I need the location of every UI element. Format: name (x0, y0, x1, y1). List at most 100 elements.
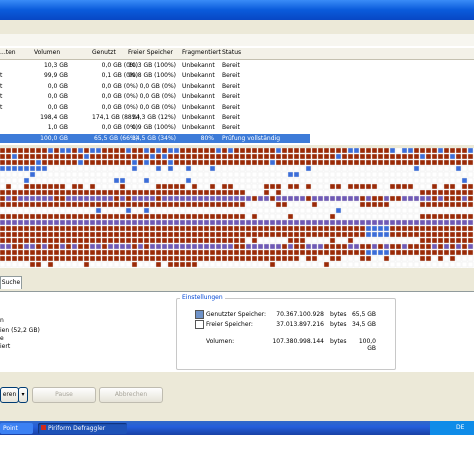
drive-map-block (305, 147, 312, 154)
drive-map-block (197, 195, 204, 202)
drive-map-block (455, 147, 462, 154)
drive-map-block (425, 201, 432, 208)
drive-map-block (239, 195, 246, 202)
drive-map-block (77, 201, 84, 208)
drive-map-block (395, 213, 402, 220)
drive-map-block (293, 201, 300, 208)
drive-map-block (269, 171, 276, 178)
drive-map-block (131, 159, 138, 166)
drive-map-block (77, 171, 84, 178)
defrag-button[interactable]: eren (0, 387, 19, 403)
drive-map-block (377, 177, 384, 184)
column-header-volume[interactable]: Volumen (34, 49, 60, 56)
drive-map-block (59, 195, 66, 202)
drive-map-block (41, 177, 48, 184)
language-indicator[interactable]: DE (456, 424, 464, 431)
tab-search[interactable]: Suche (0, 276, 22, 289)
table-row[interactable]: t 0,0 GB 0,0 GB (0%) 0,0 GB (0%) Unbekannt Be… (0, 92, 474, 101)
drive-map-block (431, 231, 438, 238)
table-row[interactable]: 198,4 GB 174,1 GB (88%) 24,3 GB (12%) Unbek… (0, 113, 474, 122)
drive-map-block (71, 165, 78, 172)
taskbar-item-point[interactable]: Point (0, 423, 33, 434)
drive-map-block (35, 147, 42, 154)
drive-map-block (383, 231, 390, 238)
drive-map-block (77, 231, 84, 238)
drive-map-block (329, 231, 336, 238)
drive-map-block (299, 183, 306, 190)
drive-map-block (311, 249, 318, 256)
drive-map-block (353, 189, 360, 196)
drive-map-block (155, 207, 162, 214)
table-row[interactable]: 100,0 GB 65,5 GB (66%) 34,5 GB (34%) 80% Prü… (0, 133, 310, 143)
drive-map-block (119, 219, 126, 226)
table-row[interactable]: 1,0 GB 0,0 GB (0%) 0,9 GB (100%) Unbekannt B… (0, 123, 474, 132)
table-row[interactable]: t 0,0 GB 0,0 GB (0%) 0,0 GB (0%) Unbekannt Be… (0, 103, 474, 112)
taskbar-item-defraggler[interactable]: Piriform Defraggler (38, 423, 127, 434)
column-header-status[interactable]: Status (222, 49, 241, 56)
drive-map-block (209, 189, 216, 196)
defrag-dropdown-button[interactable]: ▾ (18, 387, 28, 403)
drive-map-block (437, 207, 444, 214)
drive-map-block (215, 207, 222, 214)
drive-map-block (41, 219, 48, 226)
column-header-used[interactable]: Genutzt (92, 49, 116, 56)
drive-map-block (221, 231, 228, 238)
drive-map-block (443, 213, 450, 220)
drive-map-block (287, 219, 294, 226)
pause-button[interactable]: Pause (32, 387, 96, 403)
settings-group (176, 298, 396, 370)
drive-map-block (251, 237, 258, 244)
drive-map-block (155, 201, 162, 208)
drive-map-block (221, 195, 228, 202)
table-cell-frag: Unbekannt (182, 82, 215, 90)
drive-map-block (59, 249, 66, 256)
drive-map-block (53, 243, 60, 250)
drive-map-block (119, 147, 126, 154)
table-row[interactable]: t 99,9 GB 0,1 GB (0%) 99,8 GB (100%) Unbekan… (0, 71, 474, 80)
drive-map-block (203, 243, 210, 250)
drive-map-block (257, 153, 264, 160)
drive-map-block (347, 147, 354, 154)
drive-map-block (173, 171, 180, 178)
drive-map-block (413, 219, 420, 226)
drive-map-block (215, 171, 222, 178)
drive-map-block (227, 177, 234, 184)
table-row[interactable]: t 0,0 GB 0,0 GB (0%) 0,0 GB (0%) Unbekannt Be… (0, 82, 474, 91)
drive-map-block (107, 243, 114, 250)
drive-map-block (83, 207, 90, 214)
drive-map-block (335, 171, 342, 178)
drive-map-block (269, 249, 276, 256)
drive-map-block (311, 225, 318, 232)
drive-map-block (137, 165, 144, 172)
drive-map[interactable] (0, 147, 474, 268)
drive-map-block (377, 207, 384, 214)
drive-map-block (173, 255, 180, 262)
column-header-name[interactable]: ...ten (0, 49, 16, 56)
drive-map-block (221, 213, 228, 220)
drive-map-block (179, 219, 186, 226)
drive-map-block (305, 243, 312, 250)
drive-map-block (359, 213, 366, 220)
drive-map-block (227, 171, 234, 178)
drive-map-block (281, 207, 288, 214)
drive-map-block (41, 201, 48, 208)
column-header-fragmented[interactable]: Fragmentiert (182, 49, 221, 56)
drive-map-block (0, 237, 6, 244)
drive-map-block (77, 153, 84, 160)
drive-map-block (299, 231, 306, 238)
drive-map-block (71, 261, 78, 268)
volume-label: Volumen: (206, 338, 235, 345)
drive-map-block (17, 225, 24, 232)
drive-map-block (233, 249, 240, 256)
table-row[interactable]: 10,3 GB 0,0 GB (0%) 10,3 GB (100%) Unbekann… (0, 61, 474, 70)
drive-map-block (467, 249, 474, 256)
column-header-free[interactable]: Freier Speicher (128, 49, 173, 56)
table-cell-free: 99,8 GB (100%) (128, 72, 176, 80)
drive-map-block (413, 231, 420, 238)
cancel-button[interactable]: Abbrechen (99, 387, 163, 403)
drive-map-block (11, 231, 18, 238)
drive-map-block (299, 165, 306, 172)
drive-map-block (263, 225, 270, 232)
drive-map-block (95, 249, 102, 256)
drive-map-block (143, 201, 150, 208)
